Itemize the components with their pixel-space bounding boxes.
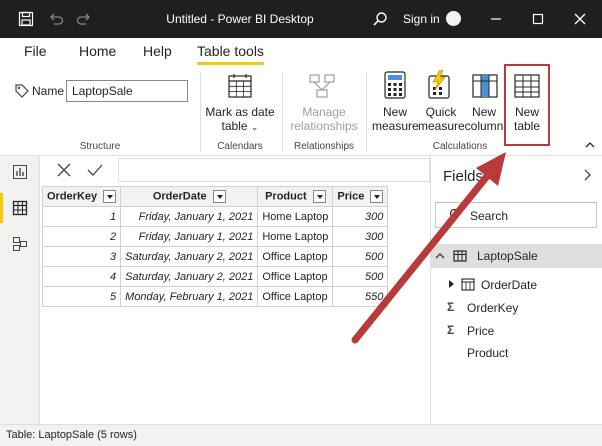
calendar-icon[interactable] — [226, 72, 254, 100]
search-icon[interactable] — [372, 11, 388, 27]
chevron-down-icon: ⌄ — [250, 122, 259, 132]
new-column-icon[interactable] — [471, 72, 499, 100]
tag-icon — [15, 84, 29, 98]
filter-dropdown-icon[interactable] — [103, 190, 117, 203]
table-cell[interactable]: Saturday, January 2, 2021 — [120, 266, 259, 287]
model-view-icon[interactable] — [12, 236, 28, 252]
data-grid: OrderKey OrderDate Product Price 1 Frida… — [41, 186, 389, 307]
table-row[interactable]: 3 Saturday, January 2, 2021 Office Lapto… — [41, 246, 389, 267]
table-cell[interactable]: Friday, January 1, 2021 — [120, 206, 259, 227]
table-cell[interactable]: 3 — [41, 246, 122, 267]
new-column-button[interactable]: New column — [464, 105, 504, 133]
formula-bar — [42, 158, 430, 182]
tab-help[interactable]: Help — [143, 43, 172, 59]
field-product[interactable]: Product — [467, 346, 508, 360]
highlight-box — [504, 64, 550, 146]
group-label-structure: Structure — [79, 141, 121, 152]
filter-dropdown-icon[interactable] — [212, 190, 226, 203]
table-name-input[interactable]: LaptopSale — [66, 80, 188, 102]
table-row[interactable]: 1 Friday, January 1, 2021 Home Laptop 30… — [41, 206, 389, 227]
calendar-icon — [461, 278, 475, 291]
table-icon — [453, 250, 467, 262]
field-table-laptopsale[interactable]: LaptopSale — [431, 244, 602, 268]
tab-home[interactable]: Home — [79, 43, 116, 59]
table-row[interactable]: 4 Saturday, January 2, 2021 Office Lapto… — [41, 266, 389, 287]
formula-input[interactable] — [118, 158, 430, 182]
cancel-formula-icon[interactable] — [56, 162, 72, 178]
name-label: Name — [32, 84, 65, 98]
table-cell[interactable]: Home Laptop — [257, 206, 334, 227]
table-cell[interactable]: Office Laptop — [257, 266, 334, 287]
title-bar: Untitled - Power BI Desktop Sign in — [0, 0, 602, 38]
group-label-relationships: Relationships — [293, 141, 355, 152]
close-icon[interactable] — [572, 11, 588, 27]
sum-icon: Σ — [447, 323, 455, 337]
table-cell[interactable]: Office Laptop — [257, 246, 334, 267]
fields-pane-title: Fields — [443, 168, 484, 185]
table-cell[interactable]: 300 — [332, 226, 389, 247]
column-header-orderdate[interactable]: OrderDate — [120, 186, 259, 207]
calculator-icon[interactable] — [382, 70, 408, 100]
table-row[interactable]: 2 Friday, January 1, 2021 Home Laptop 30… — [41, 226, 389, 247]
group-separator — [366, 72, 367, 152]
search-input[interactable]: Search — [470, 209, 508, 223]
group-label-calendars: Calendars — [217, 141, 263, 152]
table-cell[interactable]: 5 — [41, 286, 122, 307]
collapse-ribbon-icon[interactable] — [584, 140, 596, 150]
search-icon — [447, 208, 460, 221]
filter-dropdown-icon[interactable] — [312, 190, 326, 203]
maximize-icon[interactable] — [530, 11, 546, 27]
data-view-icon[interactable] — [12, 200, 28, 216]
avatar[interactable] — [446, 11, 461, 26]
active-view-indicator — [0, 193, 3, 223]
table-cell[interactable]: Saturday, January 2, 2021 — [120, 246, 259, 267]
manage-relationships-button: Manage relationships — [290, 105, 358, 133]
collapse-pane-icon[interactable] — [581, 168, 593, 182]
mark-as-date-table-button[interactable]: Mark as date table ⌄ — [204, 105, 276, 134]
table-cell[interactable]: Home Laptop — [257, 226, 334, 247]
table-cell[interactable]: 2 — [41, 226, 122, 247]
field-price[interactable]: Price — [467, 324, 494, 338]
table-cell[interactable]: 1 — [41, 206, 122, 227]
column-header-product[interactable]: Product — [257, 186, 334, 207]
table-cell[interactable]: 500 — [332, 266, 389, 287]
table-cell[interactable]: 300 — [332, 206, 389, 227]
fields-pane: Fields Search LaptopSale OrderDate Σ Ord… — [430, 156, 602, 424]
expand-triangle-icon[interactable] — [447, 279, 455, 289]
report-view-icon[interactable] — [12, 164, 28, 180]
column-header-orderkey[interactable]: OrderKey — [41, 186, 122, 207]
column-header-price[interactable]: Price — [332, 186, 389, 207]
group-separator — [200, 72, 201, 152]
field-orderdate[interactable]: OrderDate — [481, 278, 537, 292]
chevron-up-icon[interactable] — [435, 252, 445, 260]
status-bar: Table: LaptopSale (5 rows) — [0, 424, 602, 446]
field-table-name: LaptopSale — [477, 249, 538, 263]
minimize-icon[interactable] — [488, 11, 504, 27]
ribbon-tabs: File Home Help Table tools — [0, 38, 602, 66]
view-switcher — [0, 156, 40, 424]
tab-table-tools[interactable]: Table tools — [197, 43, 264, 65]
table-cell[interactable]: Office Laptop — [257, 286, 334, 307]
filter-dropdown-icon[interactable] — [370, 190, 384, 203]
sum-icon: Σ — [447, 300, 455, 314]
table-cell[interactable]: 550 — [332, 286, 389, 307]
table-cell[interactable]: Monday, February 1, 2021 — [120, 286, 259, 307]
group-separator — [282, 72, 283, 152]
tab-file[interactable]: File — [24, 43, 47, 59]
table-cell[interactable]: 500 — [332, 246, 389, 267]
commit-formula-icon[interactable] — [86, 162, 104, 178]
fields-search-box[interactable]: Search — [435, 202, 597, 228]
manage-relationships-icon — [309, 74, 335, 98]
table-row[interactable]: 5 Monday, February 1, 2021 Office Laptop… — [41, 286, 389, 307]
quick-measure-button[interactable]: Quick measure — [418, 105, 465, 133]
sign-in-link[interactable]: Sign in — [403, 12, 440, 26]
quick-measure-icon[interactable] — [426, 70, 452, 100]
field-orderkey[interactable]: OrderKey — [467, 301, 518, 315]
table-cell[interactable]: 4 — [41, 266, 122, 287]
table-cell[interactable]: Friday, January 1, 2021 — [120, 226, 259, 247]
new-measure-button[interactable]: New measure — [372, 105, 419, 133]
